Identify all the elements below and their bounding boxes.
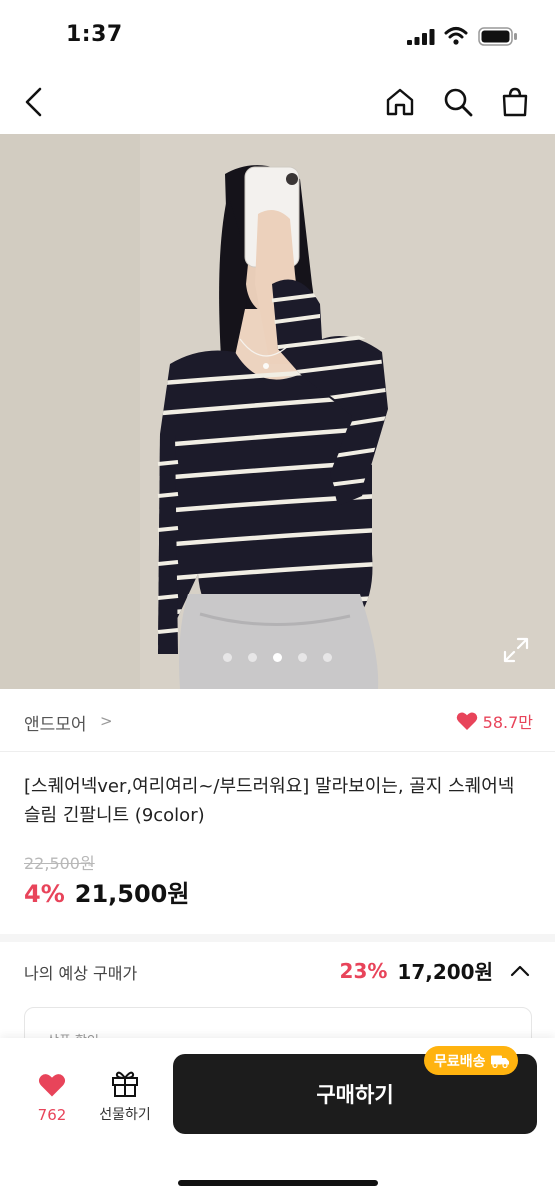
estimated-price: 17,200원 (397, 960, 493, 984)
status-time: 1:37 (66, 22, 123, 47)
search-icon (444, 88, 473, 117)
product-photo (0, 134, 555, 689)
truck-icon (490, 1055, 509, 1068)
shopping-bag-icon (502, 87, 528, 117)
wifi-icon (444, 27, 468, 45)
back-arrow-icon (25, 87, 42, 117)
brand-name[interactable]: 앤드모어 (24, 710, 87, 735)
section-divider (0, 934, 555, 942)
sale-price: 21,500원 (74, 880, 190, 908)
carousel-dot[interactable] (248, 653, 257, 662)
gift-button[interactable]: 선물하기 (92, 1068, 158, 1124)
carousel-dot-active[interactable] (273, 653, 282, 662)
estimated-discount: 23% (339, 958, 388, 983)
heart-icon (38, 1074, 66, 1097)
likes-count: 58.7만 (482, 713, 533, 732)
chevron-right-icon: > (100, 712, 113, 730)
estimated-price-label: 나의 예상 구매가 (24, 964, 138, 983)
heart-icon (456, 712, 477, 730)
gift-label: 선물하기 (99, 1107, 151, 1123)
nav-bar (0, 72, 555, 134)
search-button[interactable] (440, 84, 476, 120)
expand-icon[interactable] (503, 637, 529, 663)
gift-icon (112, 1071, 138, 1097)
home-indicator (178, 1180, 378, 1186)
wish-count: 762 (37, 1106, 67, 1124)
home-icon (386, 88, 414, 116)
battery-icon (478, 27, 517, 46)
brand-row[interactable]: 앤드모어 > 58.7만 (0, 690, 555, 752)
status-bar: 1:37 (0, 0, 555, 72)
home-button[interactable] (382, 84, 418, 120)
carousel-indicator (0, 653, 555, 662)
wish-button[interactable]: 762 (24, 1072, 80, 1124)
discount-rate: 4% (24, 880, 65, 908)
brand-likes[interactable]: 58.7만 (456, 709, 533, 733)
cart-button[interactable] (497, 84, 533, 120)
price-row: 4% 21,500원 (24, 874, 189, 909)
carousel-dot[interactable] (223, 653, 232, 662)
product-image[interactable] (0, 134, 555, 689)
back-button[interactable] (16, 84, 52, 120)
free-shipping-label: 무료배송 (434, 1053, 486, 1070)
bottom-bar: 762 선물하기 구매하기 무료배송 (0, 1038, 555, 1200)
free-shipping-badge: 무료배송 (424, 1046, 518, 1075)
estimated-price-row[interactable]: 나의 예상 구매가 23% 17,200원 (0, 942, 555, 1002)
carousel-dot[interactable] (298, 653, 307, 662)
signal-icon (407, 29, 435, 45)
chevron-up-icon[interactable] (509, 964, 531, 978)
original-price: 22,500원 (24, 854, 95, 873)
carousel-dot[interactable] (323, 653, 332, 662)
product-title: [스퀘어넥ver,여리여리~/부드러워요] 말라보이는, 골지 스퀘어넥 슬림 … (24, 776, 515, 826)
